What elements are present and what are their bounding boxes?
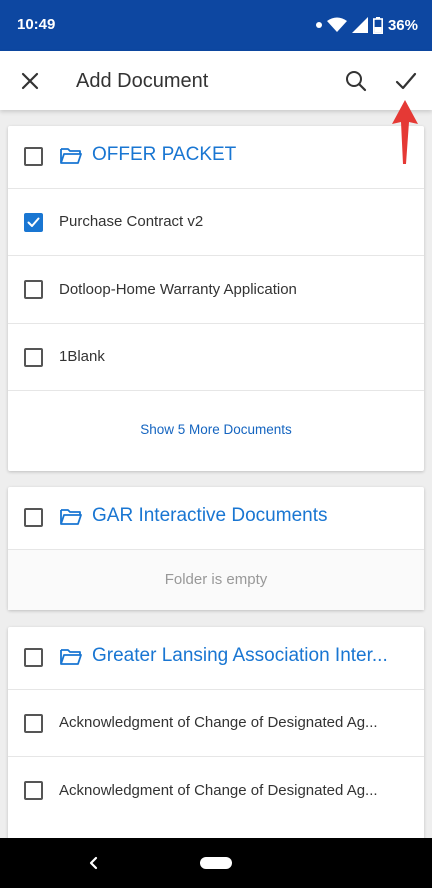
folder-open-icon [60,509,82,525]
folder-checkbox[interactable] [24,648,43,667]
empty-folder-row: Folder is empty [8,550,424,610]
search-button[interactable] [340,65,372,97]
close-button[interactable] [14,65,46,97]
document-name: Dotloop-Home Warranty Application [59,281,297,298]
document-row[interactable]: 1Blank [8,324,424,391]
document-name: Purchase Contract v2 [59,213,204,230]
document-checkbox[interactable] [24,348,43,367]
folder-row[interactable]: GAR Interactive Documents [8,487,424,550]
dot-icon [315,22,322,28]
back-icon[interactable] [86,853,102,873]
check-icon [395,72,417,90]
folder-open-icon [60,148,82,164]
document-row[interactable]: Acknowledgment of Change of Designated A… [8,757,424,825]
empty-folder-message: Folder is empty [164,571,268,588]
annotation-arrow-icon [392,100,418,164]
folder-checkbox[interactable] [24,508,43,527]
close-icon [21,72,39,90]
document-checkbox[interactable] [24,714,43,733]
document-row[interactable]: Dotloop-Home Warranty Application [8,256,424,324]
checkmark-icon [27,217,40,227]
document-name: 1Blank [59,348,105,365]
folder-row[interactable]: Greater Lansing Association Inter... [8,627,424,690]
status-bar: 10:49 36% [0,0,432,51]
folder-card: GAR Interactive Documents Folder is empt… [8,487,424,610]
wifi-icon [326,17,347,32]
page-title: Add Document [76,70,209,92]
folder-card: Greater Lansing Association Inter... Ack… [8,627,424,838]
show-more-link[interactable]: Show 5 More Documents [8,422,424,437]
system-nav-bar [0,838,432,888]
show-more-row: Show 5 More Documents [8,391,424,471]
folder-name: GAR Interactive Documents [92,505,328,526]
folder-open-icon [60,649,82,665]
document-name: Acknowledgment of Change of Designated A… [59,782,378,799]
home-pill[interactable] [200,857,232,869]
signal-icon [351,17,368,33]
document-list: OFFER PACKET Purchase Contract v2 Dotloo… [0,110,432,838]
status-time: 10:49 [17,16,56,33]
confirm-button[interactable] [390,65,422,97]
folder-row[interactable]: OFFER PACKET [8,126,424,189]
app-bar: Add Document [0,51,432,110]
search-icon [346,71,367,92]
folder-name: Greater Lansing Association Inter... [92,645,388,666]
folder-name: OFFER PACKET [92,144,237,165]
document-checkbox[interactable] [24,280,43,299]
battery-icon [372,16,383,34]
folder-checkbox[interactable] [24,147,43,166]
document-checkbox-checked[interactable] [24,213,43,232]
battery-percent: 36% [387,16,418,34]
document-checkbox[interactable] [24,781,43,800]
folder-card: OFFER PACKET Purchase Contract v2 Dotloo… [8,126,424,471]
document-name: Acknowledgment of Change of Designated A… [59,714,378,731]
status-icons: 36% [315,15,418,35]
document-row[interactable]: Acknowledgment of Change of Designated A… [8,690,424,757]
document-row[interactable]: Purchase Contract v2 [8,189,424,256]
